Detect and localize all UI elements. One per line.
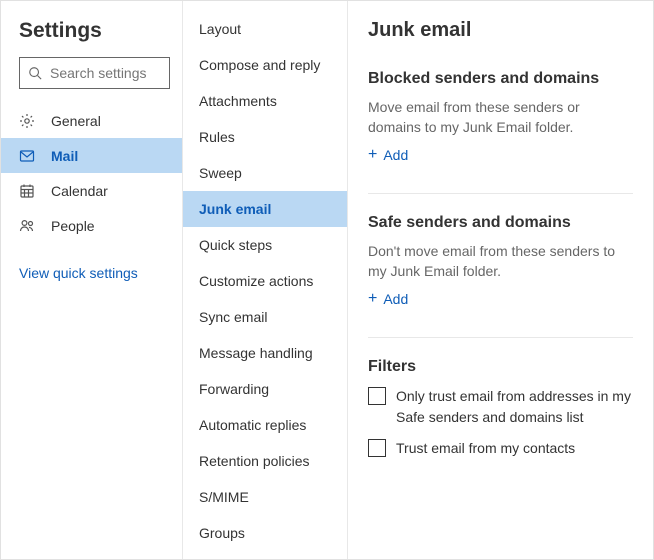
search-icon	[28, 66, 42, 80]
mail-settings-list: Layout Compose and reply Attachments Rul…	[183, 1, 348, 559]
midlist-item-sweep[interactable]: Sweep	[183, 155, 347, 191]
checkbox-label: Only trust email from addresses in my Sa…	[396, 386, 633, 428]
midlist-item-forwarding[interactable]: Forwarding	[183, 371, 347, 407]
divider	[368, 193, 633, 194]
search-input[interactable]	[19, 57, 170, 89]
settings-window: Settings General	[0, 0, 654, 560]
divider	[368, 337, 633, 338]
add-safe-button[interactable]: + Add	[368, 291, 633, 307]
nav-label: Mail	[51, 148, 78, 164]
midlist-item-compose[interactable]: Compose and reply	[183, 47, 347, 83]
midlist-item-quick-steps[interactable]: Quick steps	[183, 227, 347, 263]
blocked-section-title: Blocked senders and domains	[368, 70, 633, 88]
midlist-item-retention-policies[interactable]: Retention policies	[183, 443, 347, 479]
plus-icon: +	[368, 147, 377, 163]
checkbox[interactable]	[368, 439, 386, 457]
gear-icon	[19, 113, 39, 129]
page-title: Junk email	[368, 19, 633, 42]
safe-section-title: Safe senders and domains	[368, 214, 633, 232]
add-blocked-button[interactable]: + Add	[368, 147, 633, 163]
sidebar: Settings General	[1, 1, 183, 559]
view-quick-settings-link[interactable]: View quick settings	[1, 243, 182, 303]
blocked-section-desc: Move email from these senders or domains…	[368, 98, 633, 137]
sidebar-item-general[interactable]: General	[1, 103, 182, 138]
mail-icon	[19, 148, 39, 164]
nav-label: Calendar	[51, 183, 108, 199]
calendar-icon	[19, 183, 39, 199]
checkbox[interactable]	[368, 387, 386, 405]
add-label: Add	[383, 291, 408, 307]
midlist-item-junk-email[interactable]: Junk email	[183, 191, 347, 227]
midlist-item-message-handling[interactable]: Message handling	[183, 335, 347, 371]
midlist-item-rules[interactable]: Rules	[183, 119, 347, 155]
midlist-item-customize-actions[interactable]: Customize actions	[183, 263, 347, 299]
sidebar-item-calendar[interactable]: Calendar	[1, 173, 182, 208]
filter-only-trust-safe[interactable]: Only trust email from addresses in my Sa…	[368, 386, 633, 428]
people-icon	[19, 218, 39, 234]
checkbox-label: Trust email from my contacts	[396, 438, 575, 459]
add-label: Add	[383, 147, 408, 163]
safe-section-desc: Don't move email from these senders to m…	[368, 242, 633, 281]
midlist-item-sync-email[interactable]: Sync email	[183, 299, 347, 335]
sidebar-item-mail[interactable]: Mail	[1, 138, 182, 173]
midlist-item-automatic-replies[interactable]: Automatic replies	[183, 407, 347, 443]
nav-label: General	[51, 113, 101, 129]
sidebar-item-people[interactable]: People	[1, 208, 182, 243]
settings-title: Settings	[1, 19, 182, 57]
midlist-item-groups[interactable]: Groups	[183, 515, 347, 551]
plus-icon: +	[368, 291, 377, 307]
nav-label: People	[51, 218, 95, 234]
content-pane: Junk email Blocked senders and domains M…	[348, 1, 653, 559]
midlist-item-layout[interactable]: Layout	[183, 11, 347, 47]
filters-section-title: Filters	[368, 358, 633, 376]
midlist-item-smime[interactable]: S/MIME	[183, 479, 347, 515]
filter-trust-contacts[interactable]: Trust email from my contacts	[368, 438, 633, 459]
midlist-item-attachments[interactable]: Attachments	[183, 83, 347, 119]
